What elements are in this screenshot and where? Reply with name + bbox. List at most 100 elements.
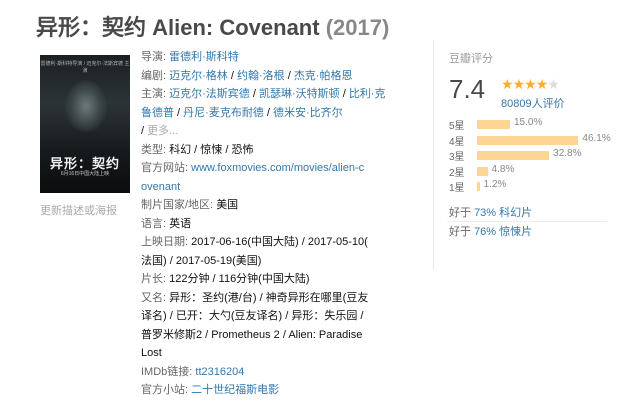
country-value: 美国 [216, 199, 239, 211]
distribution-bar [477, 166, 488, 176]
title-year: (2017) [325, 15, 390, 40]
distribution-bar [477, 120, 510, 129]
more-cast-row: / 更多... [141, 125, 179, 137]
aka-value: 异形：圣约(港/台) / 神奇异形在哪里(豆友 [169, 291, 369, 304]
genre-value: 惊悚 [200, 143, 223, 156]
more-cast-link[interactable]: 更多... [147, 125, 178, 137]
director-label: 导演: [141, 51, 167, 63]
better-than-row: 好于 73% 科幻片 [449, 206, 533, 219]
station-row: 官方小站: 二十世纪福斯电影 [141, 381, 391, 400]
poster-artwork [65, 80, 107, 132]
station-link[interactable]: 二十世纪福斯电影 [191, 384, 279, 396]
aka-row: 又名: 异形：圣约(港/台) / 神奇异形在哪里(豆友 [141, 289, 391, 308]
runtime-row: 片长: 122分钟 / 116分钟(中国大陆) [141, 270, 391, 289]
release-value-cont: 法国) / 2017-05-19(美国) [141, 254, 262, 267]
writer-row: 编剧: 迈克尔·格林 / 约翰·洛根 / 杰克·帕格恩 [141, 69, 353, 82]
release-value: 2017-06-16(中国大陆) / 2017-05-10( [191, 236, 368, 248]
distribution-row: 4星 46.1% [449, 132, 629, 148]
runtime-value: 122分钟 / 116分钟(中国大陆) [169, 273, 310, 285]
aka-value-cont: 译名) / 已开：大勺(豆友译名) / 异形：失乐园 / [141, 310, 364, 322]
star-half-icon: ★ [535, 76, 549, 92]
official-site-link[interactable]: www.foxmovies.com/movies/alien-c [191, 162, 364, 174]
votes-count-link[interactable]: 80809 [501, 98, 532, 110]
station-label: 官方小站: [141, 384, 189, 396]
better-than-link[interactable]: 76% 惊悚片 [474, 226, 532, 238]
distribution-label: 5星 [449, 121, 465, 132]
aka-value-cont: 普罗米修斯2 / Prometheus 2 / Alien: Paradise [141, 328, 363, 341]
director-link[interactable]: 雷德利·斯科特 [169, 51, 239, 63]
distribution-bar [477, 151, 550, 160]
title-main: 异形：契约 Alien: Covenant [36, 15, 320, 40]
distribution-row: 2星 4.8% [449, 163, 629, 179]
distribution-bar [477, 135, 579, 145]
cast-link[interactable]: 德米安·比齐尔 [273, 107, 343, 119]
star-full-icon: ★ [512, 76, 526, 92]
official-site-label: 官方网站: [141, 162, 189, 174]
distribution-percent: 4.8% [491, 163, 515, 175]
official-site-link-cont[interactable]: ovenant [141, 181, 180, 193]
imdb-link[interactable]: tt2316204 [195, 366, 244, 378]
cast-link[interactable]: 凯瑟琳·沃特斯顿 [259, 88, 340, 100]
writer-link[interactable]: 迈克尔·格林 [169, 70, 228, 82]
writer-label: 编剧: [141, 69, 167, 82]
movie-info: 导演: 雷德利·斯科特 编剧: 迈克尔·格林 / 约翰·洛根 / 杰克·帕格恩 … [141, 48, 391, 400]
distribution-label: 1星 [449, 183, 465, 194]
rating-panel: 豆瓣评分 7.4 ★★★★★ 80809人评价 5星 15.0% 4星 46.1% 3星… [433, 40, 629, 270]
director-row: 导演: 雷德利·斯科特 [141, 48, 391, 67]
movie-title: 异形：契约 Alien: Covenant (2017) [36, 10, 389, 42]
better-than-link[interactable]: 73% 科幻片 [474, 207, 532, 219]
rating-distribution: 5星 15.0% 4星 46.1% 3星 32.8% 2星 4.8% 1星 1.2% [449, 116, 629, 194]
votes-unit[interactable]: 人评价 [532, 98, 565, 110]
star-full-icon: ★ [524, 76, 537, 92]
runtime-label: 片长: [141, 273, 167, 285]
distribution-row: 5星 15.0% [449, 116, 629, 132]
poster-tagline: 雷德利·斯科特导演 / 迈克尔·法斯宾德 主演 [40, 61, 130, 74]
movie-poster[interactable]: 雷德利·斯科特导演 / 迈克尔·法斯宾德 主演 异形：契约 6月16日中国大陆上… [40, 55, 130, 193]
genre-label: 类型: [141, 143, 167, 156]
rating-header: 豆瓣评分 [449, 53, 493, 65]
better-than: 好于 73% 科幻片 好于 76% 惊悚片 [449, 204, 629, 242]
distribution-row: 1星 1.2% [449, 178, 629, 194]
language-value: 英语 [169, 217, 192, 230]
release-row: 上映日期: 2017-06-16(中国大陆) / 2017-05-10( [141, 233, 391, 252]
country-row: 制片国家/地区: 美国 [141, 196, 391, 215]
genre-value: 恐怖 [231, 143, 254, 156]
distribution-row: 3星 32.8% [449, 147, 629, 163]
divider [447, 221, 607, 222]
distribution-label: 4星 [449, 136, 465, 148]
distribution-percent: 32.8% [553, 148, 582, 159]
cast-link[interactable]: 丹尼·麦克布耐德 [183, 107, 264, 119]
star-empty-icon: ★ [547, 76, 560, 92]
cast-label: 主演: [141, 88, 167, 100]
rating-score: 7.4 [449, 74, 486, 104]
cast-link[interactable]: 迈克尔·法斯宾德 [169, 88, 250, 100]
cast-row: 主演: 迈克尔·法斯宾德 / 凯瑟琳·沃特斯顿 / 比利·克鲁德普 / 丹尼·麦… [141, 88, 386, 119]
language-row: 语言: 英语 [141, 215, 391, 234]
star-full-icon: ★ [501, 76, 514, 92]
release-label: 上映日期: [141, 236, 189, 248]
distribution-bar [477, 182, 480, 191]
distribution-percent: 1.2% [483, 179, 507, 190]
aka-label: 又名: [141, 291, 167, 304]
distribution-percent: 15.0% [514, 117, 543, 128]
rating-stars: ★★★★★ [501, 76, 560, 93]
distribution-label: 3星 [449, 152, 465, 163]
better-than-row: 好于 76% 惊悚片 [449, 225, 533, 238]
language-label: 语言: [141, 217, 167, 230]
aka-value-cont: Lost [141, 347, 162, 359]
country-label: 制片国家/地区: [141, 199, 214, 211]
imdb-row: IMDb链接: tt2316204 [141, 363, 391, 382]
score-row: 7.4 ★★★★★ 80809人评价 [449, 72, 629, 112]
rating-votes: 80809人评价 [501, 95, 565, 111]
official-site-row: 官方网站: www.foxmovies.com/movies/alien-c [141, 159, 391, 178]
distribution-label: 2星 [449, 167, 465, 179]
poster-title: 异形：契约 [49, 156, 120, 171]
genre-value: 科幻 [169, 143, 192, 156]
genre-row: 类型: 科幻 / 惊悚 / 恐怖 [141, 143, 254, 156]
poster-date: 6月16日中国大陆上映 [60, 171, 110, 177]
imdb-label: IMDb链接: [141, 365, 193, 378]
writer-link[interactable]: 杰克·帕格恩 [294, 70, 353, 82]
distribution-percent: 46.1% [582, 132, 611, 144]
update-description-link[interactable]: 更新描述或海报 [40, 202, 117, 218]
writer-link[interactable]: 约翰·洛根 [237, 70, 285, 82]
